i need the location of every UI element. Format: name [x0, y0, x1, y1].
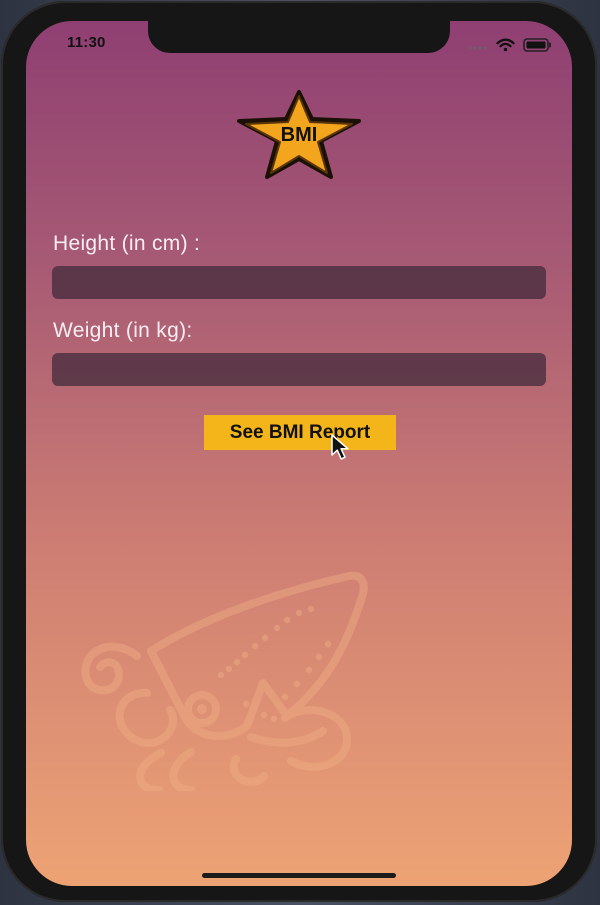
- app-screen: 11:30 BMI Height (in cm): Weight (in kg…: [26, 21, 572, 886]
- height-label: Height (in cm) :: [53, 232, 201, 255]
- squid-watermark-icon: [81, 571, 368, 791]
- see-bmi-report-button[interactable]: See BMI Report: [204, 415, 396, 450]
- weight-label: Weight (in kg):: [53, 319, 193, 342]
- weight-input[interactable]: [52, 353, 546, 386]
- bmi-logo: BMI: [233, 87, 365, 183]
- mouse-pointer-icon: [331, 434, 349, 460]
- logo-text: BMI: [281, 124, 318, 146]
- wifi-icon: [496, 38, 515, 52]
- star-logo-icon: BMI: [237, 90, 361, 179]
- height-input[interactable]: [52, 266, 546, 299]
- device-notch: [148, 21, 450, 53]
- weight-field[interactable]: [52, 353, 546, 386]
- phone-frame: 11:30 BMI Height (in cm): Weight (in kg…: [1, 1, 597, 902]
- home-indicator: [202, 873, 396, 878]
- height-field[interactable]: [52, 266, 546, 299]
- battery-icon: [523, 38, 551, 52]
- status-time: 11:30: [67, 34, 106, 51]
- status-icons: [467, 38, 552, 52]
- device-background: 11:30 BMI Height (in cm): Weight (in kg…: [0, 0, 600, 905]
- cellular-signal-icon: [468, 46, 487, 50]
